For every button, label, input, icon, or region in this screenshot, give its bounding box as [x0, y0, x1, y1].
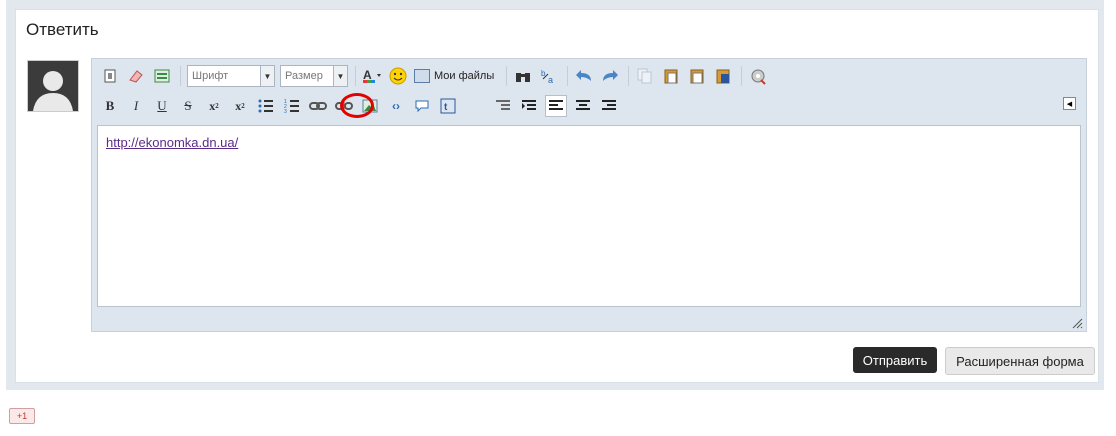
align-center-icon[interactable] [573, 96, 593, 116]
collapse-toolbar-icon[interactable]: ◀ [1063, 97, 1076, 110]
align-right-icon[interactable] [599, 96, 619, 116]
source-icon[interactable] [100, 66, 120, 86]
underline-icon[interactable]: U [152, 96, 172, 116]
subscript-icon[interactable]: x2 [204, 96, 224, 116]
superscript-icon[interactable]: x2 [230, 96, 250, 116]
reply-title: Ответить [26, 20, 99, 39]
toolbar-separator [628, 66, 630, 86]
bold-icon[interactable]: B [100, 96, 120, 116]
toolbar-separator [355, 66, 356, 86]
quote-icon[interactable] [412, 96, 432, 116]
toolbar-row-1: Шрифт ▼ Размер ▼ A Мои файлы ba [100, 64, 774, 88]
insert-block-icon[interactable] [152, 66, 172, 86]
italic-icon[interactable]: I [126, 96, 146, 116]
numbered-list-icon[interactable]: 123 [282, 96, 302, 116]
indent-icon[interactable] [519, 96, 539, 116]
toolbar-separator [506, 66, 508, 86]
font-select[interactable]: Шрифт ▼ [187, 65, 275, 87]
send-button[interactable]: Отправить [853, 347, 937, 373]
user-avatar [27, 60, 79, 112]
chevron-down-icon: ▼ [260, 66, 274, 86]
text-color-icon[interactable]: A [362, 66, 382, 86]
outdent-icon[interactable] [493, 96, 513, 116]
link-icon[interactable] [308, 96, 328, 116]
copy-icon[interactable] [635, 66, 655, 86]
strikethrough-icon[interactable]: S [178, 96, 198, 116]
extended-form-button[interactable]: Расширенная форма [945, 347, 1095, 375]
video-icon[interactable]: t [438, 96, 458, 116]
settings-icon[interactable] [748, 66, 768, 86]
size-select-label: Размер [285, 70, 323, 82]
size-select[interactable]: Размер ▼ [280, 65, 348, 87]
editor-content-area[interactable]: http://ekonomka.dn.ua/ [97, 125, 1081, 307]
google-plus-button[interactable]: +1 [9, 408, 35, 424]
files-icon [414, 69, 430, 83]
smiley-icon[interactable] [388, 66, 408, 86]
bullet-list-icon[interactable] [256, 96, 276, 116]
toolbar-row-2: B I U S x2 x2 123 ‹› t [100, 94, 625, 118]
paste-text-icon[interactable] [687, 66, 707, 86]
reply-section: Ответить Шрифт ▼ Размер ▼ A Мои файлы b … [6, 0, 1104, 390]
rich-text-editor: Шрифт ▼ Размер ▼ A Мои файлы ba B I U S … [91, 58, 1087, 332]
paste-icon[interactable] [661, 66, 681, 86]
eraser-icon[interactable] [126, 66, 146, 86]
code-icon[interactable]: ‹› [386, 96, 406, 116]
image-icon[interactable] [360, 96, 380, 116]
font-select-label: Шрифт [192, 70, 229, 82]
toolbar-separator [567, 66, 569, 86]
gplus-label: +1 [16, 411, 28, 421]
replace-icon[interactable]: ba [539, 66, 559, 86]
toolbar-separator [741, 66, 743, 86]
paste-word-icon[interactable] [713, 66, 733, 86]
unlink-icon[interactable] [334, 96, 354, 116]
chevron-down-icon: ▼ [333, 66, 347, 86]
my-files-label: Мои файлы [434, 70, 495, 82]
content-link[interactable]: http://ekonomka.dn.ua/ [106, 135, 238, 150]
reply-panel: Ответить Шрифт ▼ Размер ▼ A Мои файлы b … [15, 9, 1099, 383]
resize-handle-icon[interactable] [1071, 316, 1083, 329]
svg-text:3: 3 [284, 109, 287, 113]
undo-icon[interactable] [574, 66, 594, 86]
toolbar-separator [180, 66, 181, 86]
redo-icon[interactable] [600, 66, 620, 86]
align-left-icon[interactable] [545, 95, 567, 117]
svg-text:a: a [548, 75, 553, 84]
binoculars-icon[interactable] [513, 66, 533, 86]
my-files-button[interactable]: Мои файлы [414, 69, 494, 83]
svg-text:A: A [363, 68, 372, 82]
